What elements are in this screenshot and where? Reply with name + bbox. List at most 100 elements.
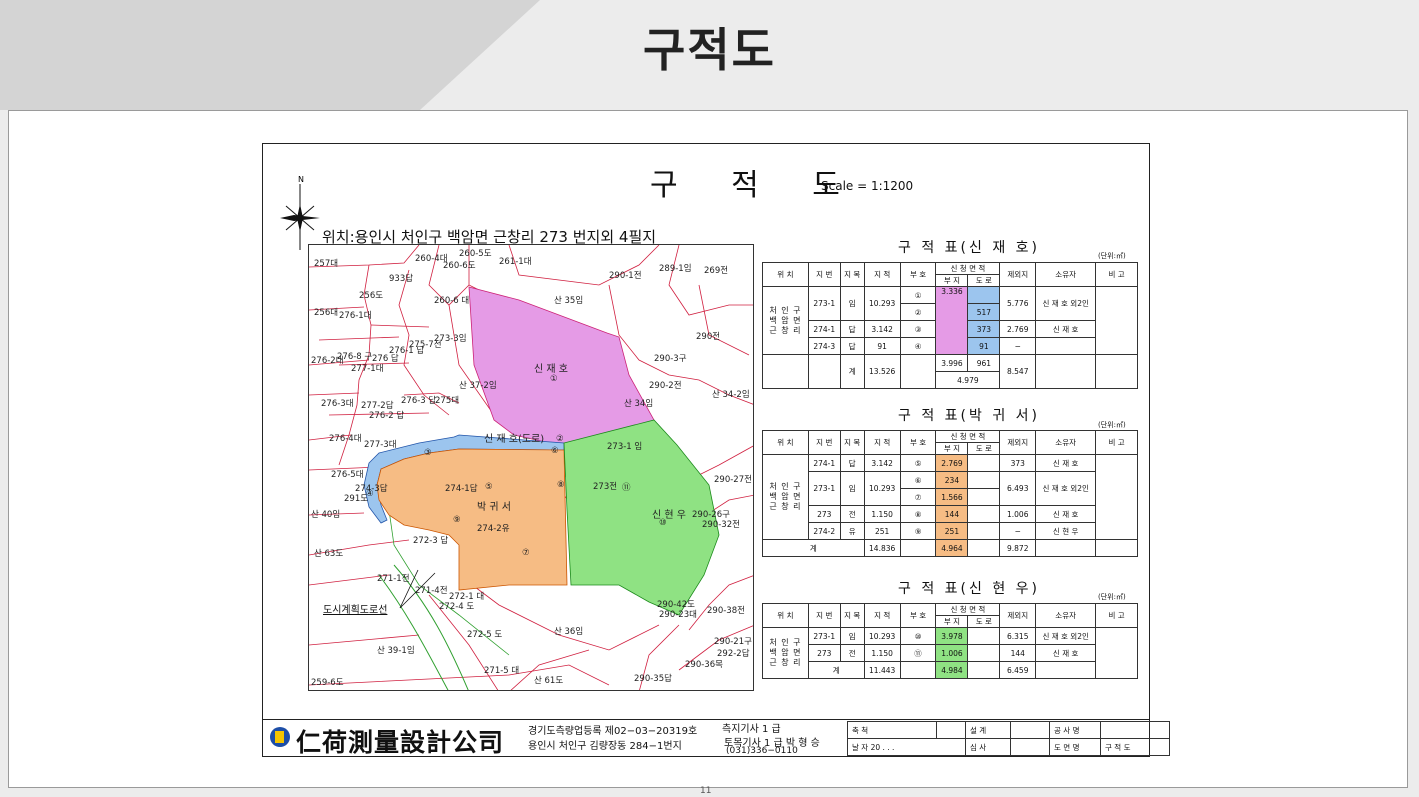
parcel-label: 257대 [314, 259, 339, 269]
cell: 설 계 [965, 721, 1011, 739]
cell: ② [899, 303, 937, 321]
cell [899, 661, 937, 679]
cell: ⑩ [899, 627, 937, 645]
svg-text:N: N [298, 175, 304, 184]
cell [967, 471, 1001, 489]
parcel-label: 256도 [359, 291, 384, 301]
license-1: 측지기사 1 급 [722, 724, 781, 735]
cell: ⑤ [899, 454, 937, 472]
owner-label-road: 신 재 호(도로) [484, 434, 545, 445]
parcel-label: 산 37-2임 [459, 381, 497, 391]
cell: 6.315 [999, 627, 1037, 645]
parcel-label: 273전 [593, 482, 618, 492]
cell: 2.769 [999, 320, 1037, 338]
parcel-label: 275-7전 [409, 340, 442, 350]
parcel-label: 273-1 임 [607, 442, 643, 452]
table3-unit: (단위:㎡) [1098, 593, 1126, 601]
table-row: 273 전 1.150 ⑪ 1.006 144 신 재 호 [763, 644, 1138, 662]
col-header: 도 로 [967, 615, 1001, 628]
cell: ⑥ [899, 471, 937, 489]
parcel-label: 290-26구 [692, 510, 730, 520]
cell: 계 [839, 354, 865, 389]
cell: ③ [899, 320, 937, 338]
cell: ⑦ [899, 488, 937, 506]
parcel-label: 산 63도 [314, 549, 344, 559]
parcel-label: 산 61도 [534, 676, 564, 686]
cell [1035, 337, 1097, 355]
col-header: 위 치 [762, 430, 809, 455]
map-drawing [309, 245, 753, 690]
cell: ④ [899, 337, 937, 355]
cell: 961 [967, 354, 1001, 372]
cell: 6.459 [999, 661, 1037, 679]
col-header: 지 목 [839, 262, 865, 287]
parcel-label: 289-1임 [659, 264, 692, 274]
cell [967, 286, 1001, 304]
cell: 234 [935, 471, 969, 489]
cell: 답 [839, 337, 865, 355]
planned-road-label: 도시계획도로선 [323, 605, 388, 616]
cell: 신 재 호 [1035, 454, 1097, 472]
parcel-label: 277-3대 [364, 440, 397, 450]
cell: 144 [935, 505, 969, 523]
parcel-label: 276-5대 [331, 470, 364, 480]
cell [967, 539, 1001, 557]
cell [967, 627, 1001, 645]
cell: 274-3 [807, 337, 841, 355]
cell: 임 [839, 627, 865, 645]
cell: 517 [967, 303, 1001, 321]
col-header: 소유자 [1035, 430, 1097, 455]
cell: 4.979 [935, 371, 1001, 389]
cell: 답 [839, 454, 865, 472]
parcel-label: 산 34-2임 [712, 390, 750, 400]
col-header: 소유자 [1035, 603, 1097, 628]
cell [1010, 721, 1050, 739]
cell: 4.984 [935, 661, 969, 679]
col-header: 지 번 [807, 430, 841, 455]
col-header: 신 청 면 적 [935, 430, 1001, 443]
cell [1035, 539, 1097, 557]
col-header: 부 호 [899, 603, 937, 628]
parcel-label: 290-27전 [714, 475, 752, 485]
title-block-table: 축 척 설 계 공 사 명 날 자 20 . . . 심 사 도 면 명 구 적… [847, 721, 1170, 756]
cell [807, 354, 841, 389]
parcel-label: 272-4 도 [439, 602, 475, 612]
area-number: ⑧ [557, 480, 565, 490]
cell [936, 721, 966, 739]
cell: 273 [807, 644, 841, 662]
cell: 2.769 [935, 454, 969, 472]
parcel-label: 271-5 대 [484, 666, 520, 676]
parcel-label: 272-3 답 [413, 536, 449, 546]
col-header: 도 로 [967, 274, 1001, 287]
table-row: 273-1 임 10.293 ⑥ 234 6.493 신 재 호 외2인 [763, 471, 1138, 506]
cell: 1.566 [935, 488, 969, 506]
parcel-label: 277-2답 [361, 401, 394, 411]
cell [762, 354, 809, 389]
cell: 3.336 [935, 286, 969, 355]
cell [967, 488, 1001, 506]
cell: 신 재 호 [1035, 320, 1097, 338]
cell: 14.836 [863, 539, 901, 557]
company-logo-mark [275, 731, 284, 743]
col-header: 부 호 [899, 430, 937, 455]
owner-label-park: 박 귀 서 [477, 502, 511, 513]
cell: 11.443 [863, 661, 901, 679]
area-number: ③ [424, 448, 432, 458]
cell: 신 재 호 외2인 [1035, 286, 1097, 321]
parcel-label: 276 답 [372, 354, 399, 364]
area-number: ⑦ [522, 548, 530, 558]
parcel-label: 292-2답 [717, 649, 750, 659]
cell: ⑨ [899, 522, 937, 540]
col-header: 위 치 [762, 603, 809, 628]
cell: 신 재 호 [1035, 505, 1097, 523]
parcel-label: 276-3 답 [401, 396, 437, 406]
location-cell: 처 인 구 백 암 면 근 창 리 [762, 286, 809, 355]
cell: 91 [863, 337, 901, 355]
col-header: 지 적 [863, 262, 901, 287]
parcel-label: 260-5도 [459, 249, 492, 259]
parcel-label: 산 39-1임 [377, 646, 415, 656]
parcel-label: 272-1 대 [449, 592, 485, 602]
address: 용인시 처인구 김량장동 284−1번지 [528, 741, 682, 752]
cell: 1.006 [935, 644, 969, 662]
cell: 날 자 20 . . . [847, 738, 966, 756]
